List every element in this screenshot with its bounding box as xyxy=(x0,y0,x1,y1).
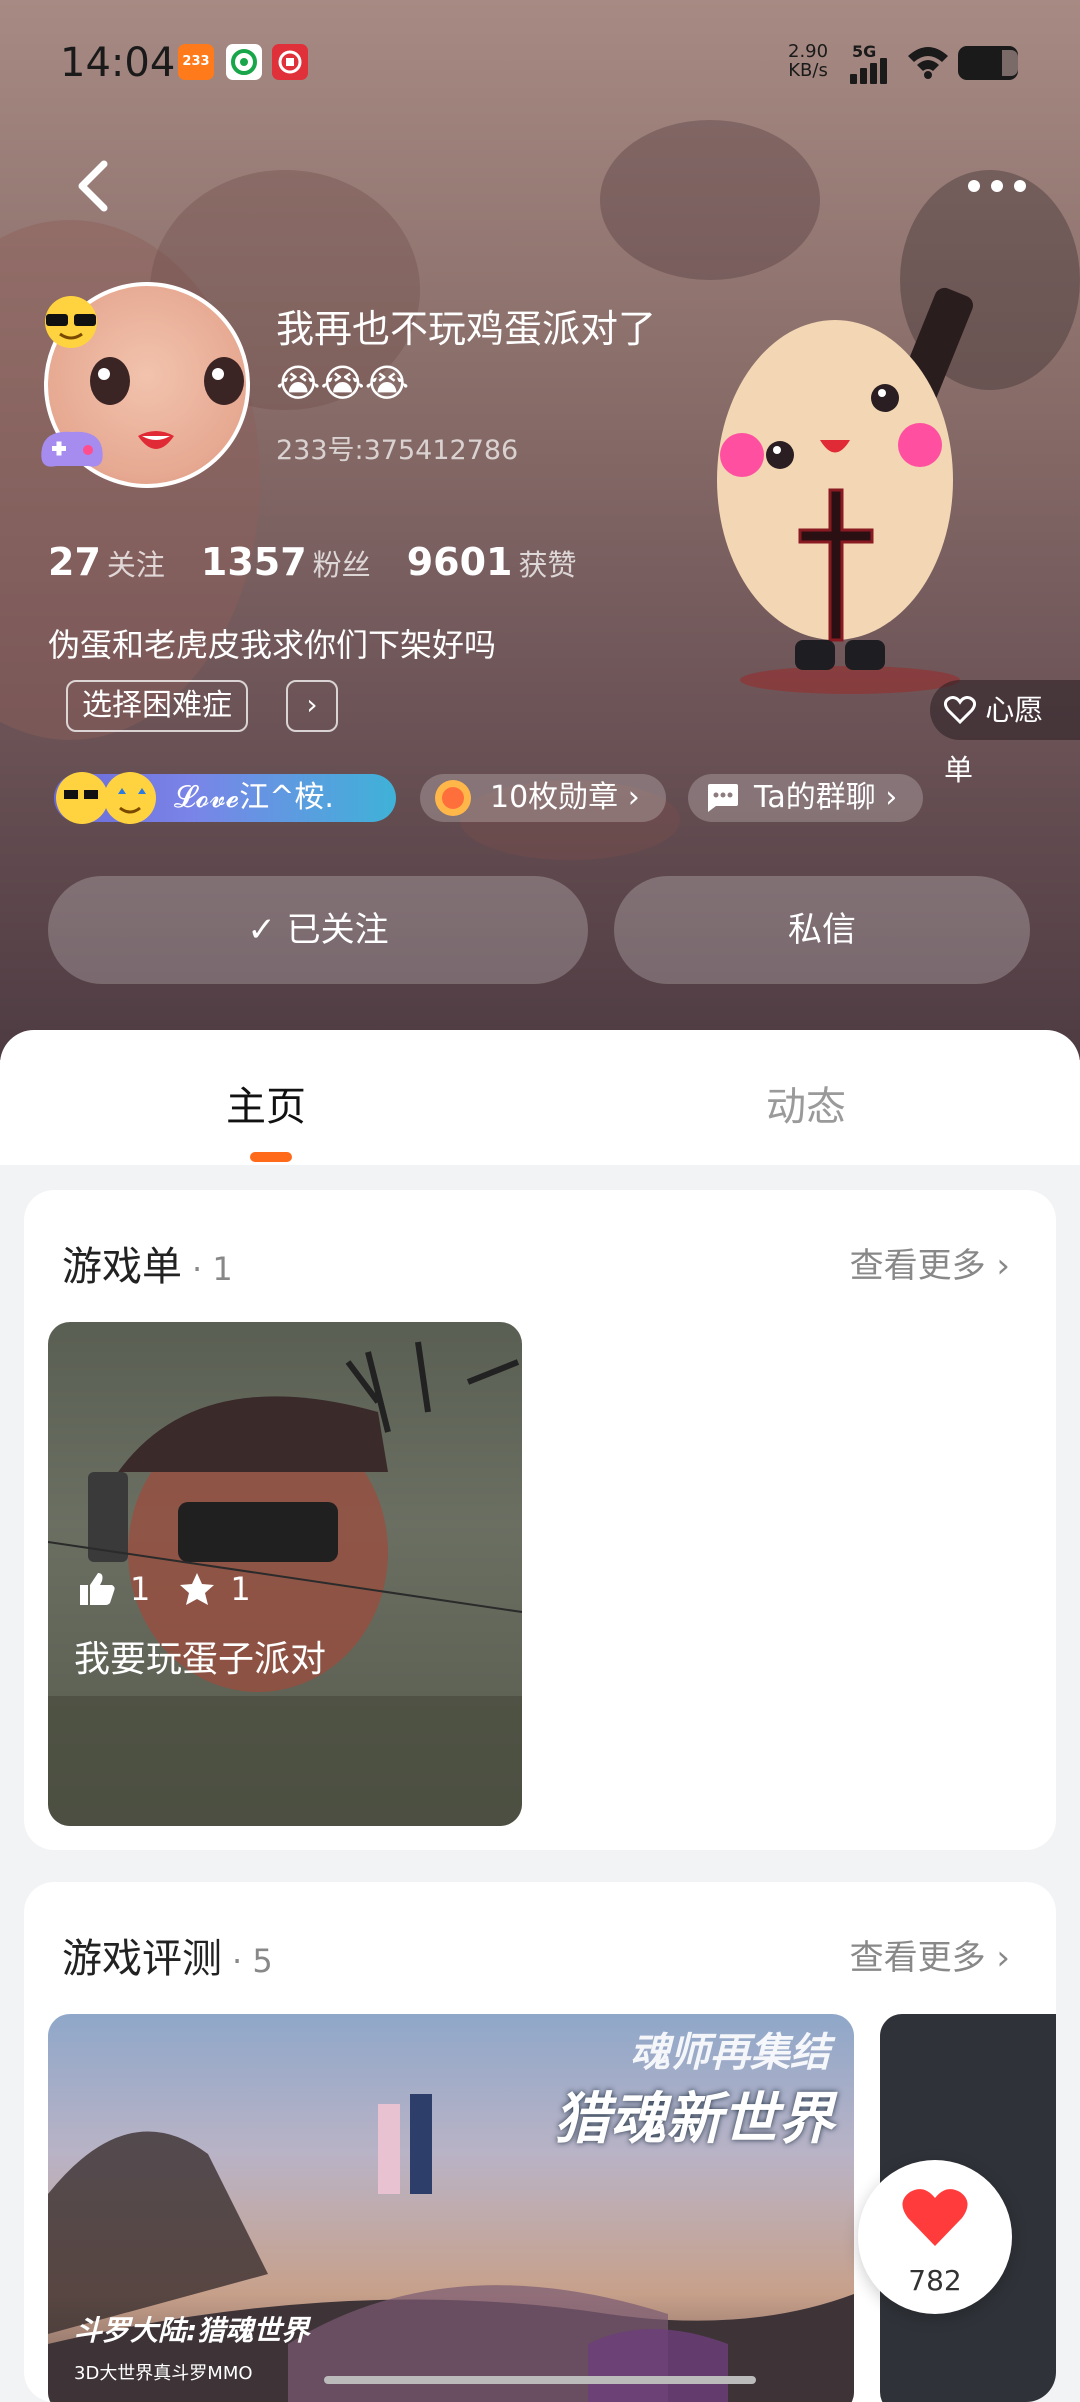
followed-button[interactable]: ✓ 已关注 xyxy=(48,876,588,984)
chat-bubble-icon xyxy=(708,784,738,812)
game-list-stats: 1 1 xyxy=(78,1570,251,1608)
like-count: 782 xyxy=(908,2264,962,2297)
like-fab[interactable]: 782 xyxy=(858,2160,1012,2314)
stat-value: 27 xyxy=(48,540,101,584)
love-badge-chip[interactable]: 𝓛𝓸𝓿𝓮江^桉. xyxy=(54,772,396,824)
chevron-left-icon xyxy=(78,160,108,212)
medals-chip[interactable]: 10枚勋章 › xyxy=(420,774,666,822)
back-button[interactable] xyxy=(70,158,118,214)
medals-label: 10枚勋章 xyxy=(490,780,619,815)
net-speed-unit: KB/s xyxy=(788,60,828,81)
group-chat-label: Ta的群聊 xyxy=(754,780,876,815)
tab-home[interactable]: 主页 xyxy=(226,1074,306,1132)
wishlist-button[interactable]: 心愿单 xyxy=(930,680,1080,787)
stat-label: 关注 xyxy=(106,548,165,582)
stat-followers[interactable]: 1357 粉丝 xyxy=(201,540,371,584)
nickname: 我再也不玩鸡蛋派对了😭😭😭 xyxy=(276,307,657,405)
game-reviews-section: 游戏评测 · 5 查看更多 › 魂师再集结 猎魂新世界 斗罗大陆:猎魂世界 3D大… xyxy=(24,1882,1056,2402)
heart-icon xyxy=(902,2189,968,2246)
stat-value: 9601 xyxy=(406,540,513,584)
ellipsis-icon xyxy=(968,180,1026,192)
gamepad-sticker-icon xyxy=(41,431,103,467)
game-list-title: 我要玩蛋子派对 xyxy=(74,1639,327,1680)
net-speed-value: 2.90 xyxy=(788,41,829,62)
mobile-carrier-icon xyxy=(226,44,262,80)
home-indicator xyxy=(324,2376,756,2384)
wifi-icon xyxy=(906,44,950,84)
status-bar: 14:04 233 2.90 KB/s 5G xyxy=(0,30,1080,100)
profile-header: 14:04 233 2.90 KB/s 5G 我再也不玩鸡蛋派对了😭😭😭 233… xyxy=(0,0,1080,1060)
section-title-label: 游戏单 xyxy=(62,1244,182,1290)
chevron-right-icon: › xyxy=(627,780,640,815)
view-more-link[interactable]: 查看更多 › xyxy=(850,1238,1010,1287)
bio-text: 伪蛋和老虎皮我求你们下架好吗 xyxy=(48,626,497,664)
chevron-right-icon: › xyxy=(985,1938,1010,1978)
bank-app-icon xyxy=(272,44,308,80)
sunglasses-emoji-icon xyxy=(45,296,97,348)
stat-value: 1357 xyxy=(200,540,307,584)
cover-shade xyxy=(48,1696,522,1826)
chevron-right-icon: › xyxy=(885,780,898,815)
thumbs-up-icon xyxy=(80,1573,115,1605)
medal-icon xyxy=(435,780,471,816)
section-title: 游戏单 · 1 xyxy=(62,1234,233,1292)
checkmark-icon: ✓ xyxy=(247,910,287,950)
stat-label: 粉丝 xyxy=(312,548,371,582)
battery-icon xyxy=(958,46,1018,80)
message-button[interactable]: 私信 xyxy=(614,876,1030,984)
tag-more-button[interactable]: › xyxy=(286,680,338,732)
status-time: 14:04 xyxy=(60,40,176,86)
game-logo-text: 斗罗大陆:猎魂世界 xyxy=(74,2314,310,2347)
love-badge-label: 𝓛𝓸𝓿𝓮江^桉. xyxy=(174,780,334,815)
game-list-card[interactable]: 1 1 我要玩蛋子派对 xyxy=(48,1322,522,1826)
banner-title: 猎魂新世界 xyxy=(554,2087,834,2152)
banner-caption: 3D大世界真斗罗MMO xyxy=(74,2363,253,2384)
review-card[interactable]: 魂师再集结 猎魂新世界 斗罗大陆:猎魂世界 3D大世界真斗罗MMO xyxy=(48,2014,854,2402)
profile-tabs: 主页 动态 xyxy=(0,1030,1080,1165)
stars-count: 1 xyxy=(230,1570,251,1608)
personality-tag[interactable]: 选择困难症 xyxy=(66,680,248,732)
likes-count: 1 xyxy=(130,1570,151,1608)
view-more-label: 查看更多 xyxy=(849,1938,986,1978)
net-speed: 2.90 KB/s xyxy=(788,42,828,80)
star-icon xyxy=(180,1573,215,1605)
chevron-right-icon: › xyxy=(985,1246,1010,1286)
view-more-label: 查看更多 xyxy=(849,1246,986,1286)
group-chat-chip[interactable]: Ta的群聊 › xyxy=(688,774,924,822)
egg-mascot-illustration xyxy=(717,287,974,694)
more-options-button[interactable] xyxy=(962,168,1032,204)
section-count: · 5 xyxy=(232,1942,273,1980)
view-more-link[interactable]: 查看更多 › xyxy=(850,1930,1010,1979)
section-title: 游戏评测 · 5 xyxy=(62,1926,273,1984)
followed-label: 已关注 xyxy=(286,910,389,950)
emoji-pair-icon xyxy=(56,772,156,824)
profile-stats: 27 关注 1357 粉丝 9601 获赞 xyxy=(48,540,576,584)
section-title-label: 游戏评测 xyxy=(62,1936,222,1982)
bg-blob xyxy=(600,120,820,280)
stat-likes[interactable]: 9601 获赞 xyxy=(407,540,577,584)
banner-subtitle: 魂师再集结 xyxy=(630,2030,830,2076)
active-tab-indicator xyxy=(250,1152,292,1162)
heart-outline-icon xyxy=(943,696,977,725)
game-lists-section: 游戏单 · 1 查看更多 › 1 1 我要玩蛋子派对 xyxy=(24,1190,1056,1850)
signal-icon xyxy=(850,58,894,84)
stat-following[interactable]: 27 关注 xyxy=(48,540,165,584)
app-233-icon: 233 xyxy=(178,44,214,80)
section-count: · 1 xyxy=(192,1250,233,1288)
tab-feed[interactable]: 动态 xyxy=(766,1074,846,1132)
user-id: 233号:375412786 xyxy=(276,435,519,466)
stat-label: 获赞 xyxy=(518,548,577,582)
